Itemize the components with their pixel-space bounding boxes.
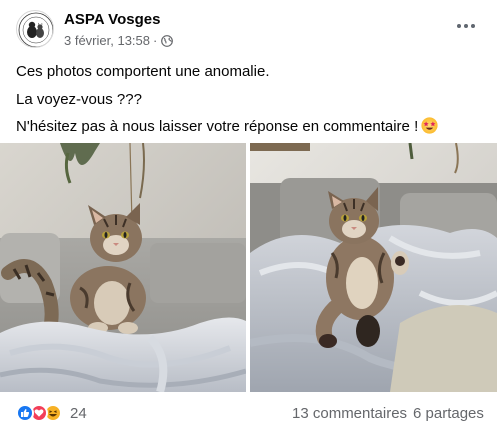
page-name-link[interactable]: ASPA Vosges (64, 11, 160, 28)
post-header: ASPA Vosges 3 février, 13:58 · (0, 0, 497, 58)
more-options-button[interactable] (452, 12, 480, 40)
reactions-summary[interactable]: 24 (16, 404, 87, 422)
like-icon (16, 404, 34, 422)
post-footer: 24 13 commentaires 6 partages (0, 398, 497, 428)
post-meta: 3 février, 13:58 · (64, 33, 174, 48)
globe-icon[interactable] (161, 34, 174, 47)
post-text-line: N'hésitez pas à nous laisser votre répon… (16, 117, 438, 137)
shares-count-link[interactable]: 6 partages (413, 405, 484, 422)
post-photo-2[interactable] (250, 143, 497, 392)
kitten-photo-right (250, 143, 497, 392)
more-options-icon (457, 24, 461, 28)
post-text-line: La voyez-vous ??? (16, 91, 142, 108)
kitten-photo-left (0, 143, 246, 392)
more-options-dot (464, 24, 468, 28)
aspa-logo-icon (18, 12, 53, 47)
post-photo-1[interactable] (0, 143, 246, 392)
more-options-dot (471, 24, 475, 28)
post-text-line: Ces photos comportent une anomalie. (16, 63, 270, 80)
meta-separator: · (153, 33, 158, 48)
post-timestamp[interactable]: 3 février, 13:58 (64, 33, 150, 48)
comments-count-link[interactable]: 13 commentaires (292, 405, 407, 422)
star-struck-emoji-icon (421, 117, 438, 134)
reaction-count: 24 (70, 404, 87, 422)
page-avatar[interactable] (16, 10, 54, 48)
post-text-line-content: N'hésitez pas à nous laisser votre répon… (16, 118, 419, 135)
